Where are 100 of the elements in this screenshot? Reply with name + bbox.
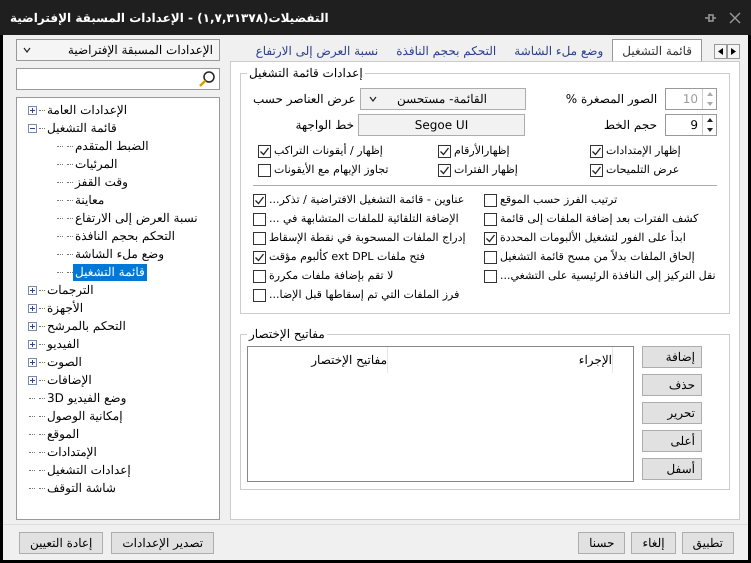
checkbox-label: عرض التلميحات (606, 162, 680, 178)
tree-item[interactable]: الفيديو (45, 336, 82, 352)
checkbox-label: عناوين - قائمة التشغيل الافتراضية / تذكر... (269, 192, 464, 208)
close-icon[interactable] (729, 12, 741, 24)
checked-checkbox[interactable] (438, 145, 451, 158)
footer-button[interactable]: تطبيق (682, 532, 734, 554)
tree-item[interactable]: الموقع (45, 426, 82, 442)
tree-item[interactable]: شاشة التوقف (45, 480, 118, 496)
list-button[interactable]: أسفل (642, 458, 702, 480)
tree-item[interactable]: معاينة (73, 192, 106, 208)
list-button[interactable]: إضافة (642, 346, 702, 368)
checkbox-label: إلحاق الملفات بدلاً من مسح قائمة التشغيل (500, 249, 695, 266)
expand-icon[interactable] (28, 106, 36, 114)
expand-icon[interactable] (28, 340, 36, 348)
checkbox-label: تجاوز الإبهام مع الأيقونات (274, 162, 388, 178)
group-title: إعدادات قائمة التشغيل (247, 66, 365, 80)
tree-item[interactable]: وضع الفيديو 3D (45, 390, 128, 406)
number-spinner[interactable]: 9 (665, 114, 717, 136)
checked-checkbox[interactable] (590, 145, 603, 158)
right-arrow-icon (731, 48, 736, 55)
checkbox-label: كشف الفترات بعد إضافة الملفات إلى قائمة (500, 211, 698, 228)
field-label: عرض العناصر حسب (253, 91, 357, 108)
font-button[interactable]: Segoe UI (358, 114, 525, 136)
checkbox-label: إظهار / أيقونات التراكب (274, 143, 383, 160)
tree-item[interactable]: إمكانية الوصول (45, 408, 125, 424)
checkbox-label: لا تقم بإضافة ملفات مكررة (269, 268, 394, 284)
left-arrow-icon (718, 48, 723, 55)
checkbox-label: إدراج الملفات المسحوبة في نقطة الإسقاط (269, 230, 466, 246)
tree-item[interactable]: الإعدادات العامة (45, 102, 130, 118)
tree-item[interactable]: قائمة التشغيل (45, 120, 119, 136)
checkbox-label: نقل التركيز إلى النافذة الرئيسية على التشغي... (500, 268, 716, 284)
checkbox[interactable] (253, 270, 266, 283)
column-header[interactable]: مفاتيح الإختصار (248, 347, 388, 373)
checkbox-label: إظهارالأرقام (454, 143, 510, 160)
expand-icon[interactable] (28, 304, 36, 312)
checked-checkbox[interactable] (258, 145, 271, 158)
field-label: خط الواجهة (294, 117, 355, 134)
chevron-down-icon (368, 96, 377, 102)
expand-icon[interactable] (28, 286, 36, 294)
tree-item[interactable]: التحكم بحجم النافذة (73, 228, 178, 244)
preset-dropdown[interactable]: الإعدادات المسبقة الإفتراضية (16, 39, 220, 61)
checked-checkbox[interactable] (590, 164, 603, 177)
tree-item[interactable]: نسبة العرض إلى الارتفاع (73, 210, 200, 226)
tab[interactable]: نسبة العرض إلى الارتفاع (246, 41, 388, 61)
tree-item[interactable]: الإمتدادات (45, 444, 99, 460)
checkbox-label: ترتيب الفرز حسب الموقع (500, 192, 618, 208)
tree-item[interactable]: قائمة التشغيل (73, 264, 147, 280)
footer-button[interactable]: حسنا (578, 532, 626, 554)
checkbox[interactable] (253, 232, 266, 245)
checked-checkbox[interactable] (438, 164, 451, 177)
footer-button[interactable]: إلغاء (631, 532, 676, 554)
tab[interactable]: قائمة التشغيل (612, 39, 702, 61)
checkbox-label: ابدأ على الفور لتشغيل الألبومات المحددة (500, 230, 686, 246)
group-title: مفاتيح الإختصار (247, 327, 327, 341)
expand-icon[interactable] (28, 358, 36, 366)
list-button[interactable]: أعلى (642, 430, 702, 452)
checkbox[interactable] (484, 251, 497, 264)
tab[interactable]: التحكم بحجم النافذة (387, 41, 506, 61)
tree-item[interactable]: الصوت (45, 354, 84, 370)
list-button[interactable]: تحرير (642, 402, 702, 424)
column-header[interactable]: الإجراء (388, 347, 613, 373)
footer-button[interactable]: تصدير الإعدادات (111, 532, 214, 554)
tree-item[interactable]: الضبط المتقدم (73, 138, 151, 154)
checkbox[interactable] (484, 213, 497, 226)
tree-item[interactable]: وضع ملء الشاشة (73, 246, 166, 262)
field-label: حجم الخط (602, 117, 658, 134)
tree-item[interactable]: الإضافات (45, 372, 94, 388)
field-label: الصور المصغرة % (564, 91, 658, 108)
tree-item[interactable]: الترجمات (45, 282, 96, 298)
checkbox[interactable] (253, 213, 266, 226)
tree-item[interactable]: إعدادات التشغيل (45, 462, 133, 478)
tab-scroll-left[interactable] (714, 44, 727, 59)
tree-item[interactable]: وقت القفز (73, 174, 130, 190)
window-title: التفضيلات(١,٧,٣١٣٧٨) - الإعدادات المسبقة الإفتراضية (10, 10, 329, 26)
tree-item[interactable]: التحكم بالمرشح (45, 318, 128, 334)
footer-button[interactable]: إعادة التعيين (19, 532, 104, 554)
checkbox[interactable] (258, 164, 271, 177)
tab[interactable]: وضع ملء الشاشة (505, 41, 612, 61)
checked-checkbox[interactable] (253, 251, 266, 264)
checkbox[interactable] (484, 270, 497, 283)
checked-checkbox[interactable] (484, 232, 497, 245)
search-icon (198, 70, 216, 88)
checkbox-label: الإضافة التلقائية للملفات المتشابهة في ... (269, 211, 459, 228)
tree-item[interactable]: المرئيات (73, 156, 120, 172)
checkbox-label: إظهار الفترات (454, 162, 518, 178)
tab-scroll-right[interactable] (727, 44, 740, 59)
checked-checkbox[interactable] (253, 194, 266, 207)
list-button[interactable]: حذف (642, 374, 702, 396)
search-field[interactable] (16, 68, 220, 90)
expand-icon[interactable] (28, 376, 36, 384)
view-by-dropdown[interactable]: القائمة- مستحسن (360, 88, 526, 110)
collapse-icon[interactable] (28, 124, 36, 132)
checkbox-label: فرز الملفات التي تم إسقاطها قبل الإضا... (269, 287, 460, 304)
checkbox[interactable] (253, 289, 266, 302)
chevron-down-icon (23, 47, 31, 53)
checkbox-label: إظهار الإمتدادات (606, 143, 681, 160)
checkbox-label: فتح ملفات ext DPL كألبوم مؤقت (269, 249, 426, 266)
checkbox[interactable] (484, 194, 497, 207)
expand-icon[interactable] (28, 322, 36, 330)
tree-item[interactable]: الأجهزة (45, 300, 86, 316)
